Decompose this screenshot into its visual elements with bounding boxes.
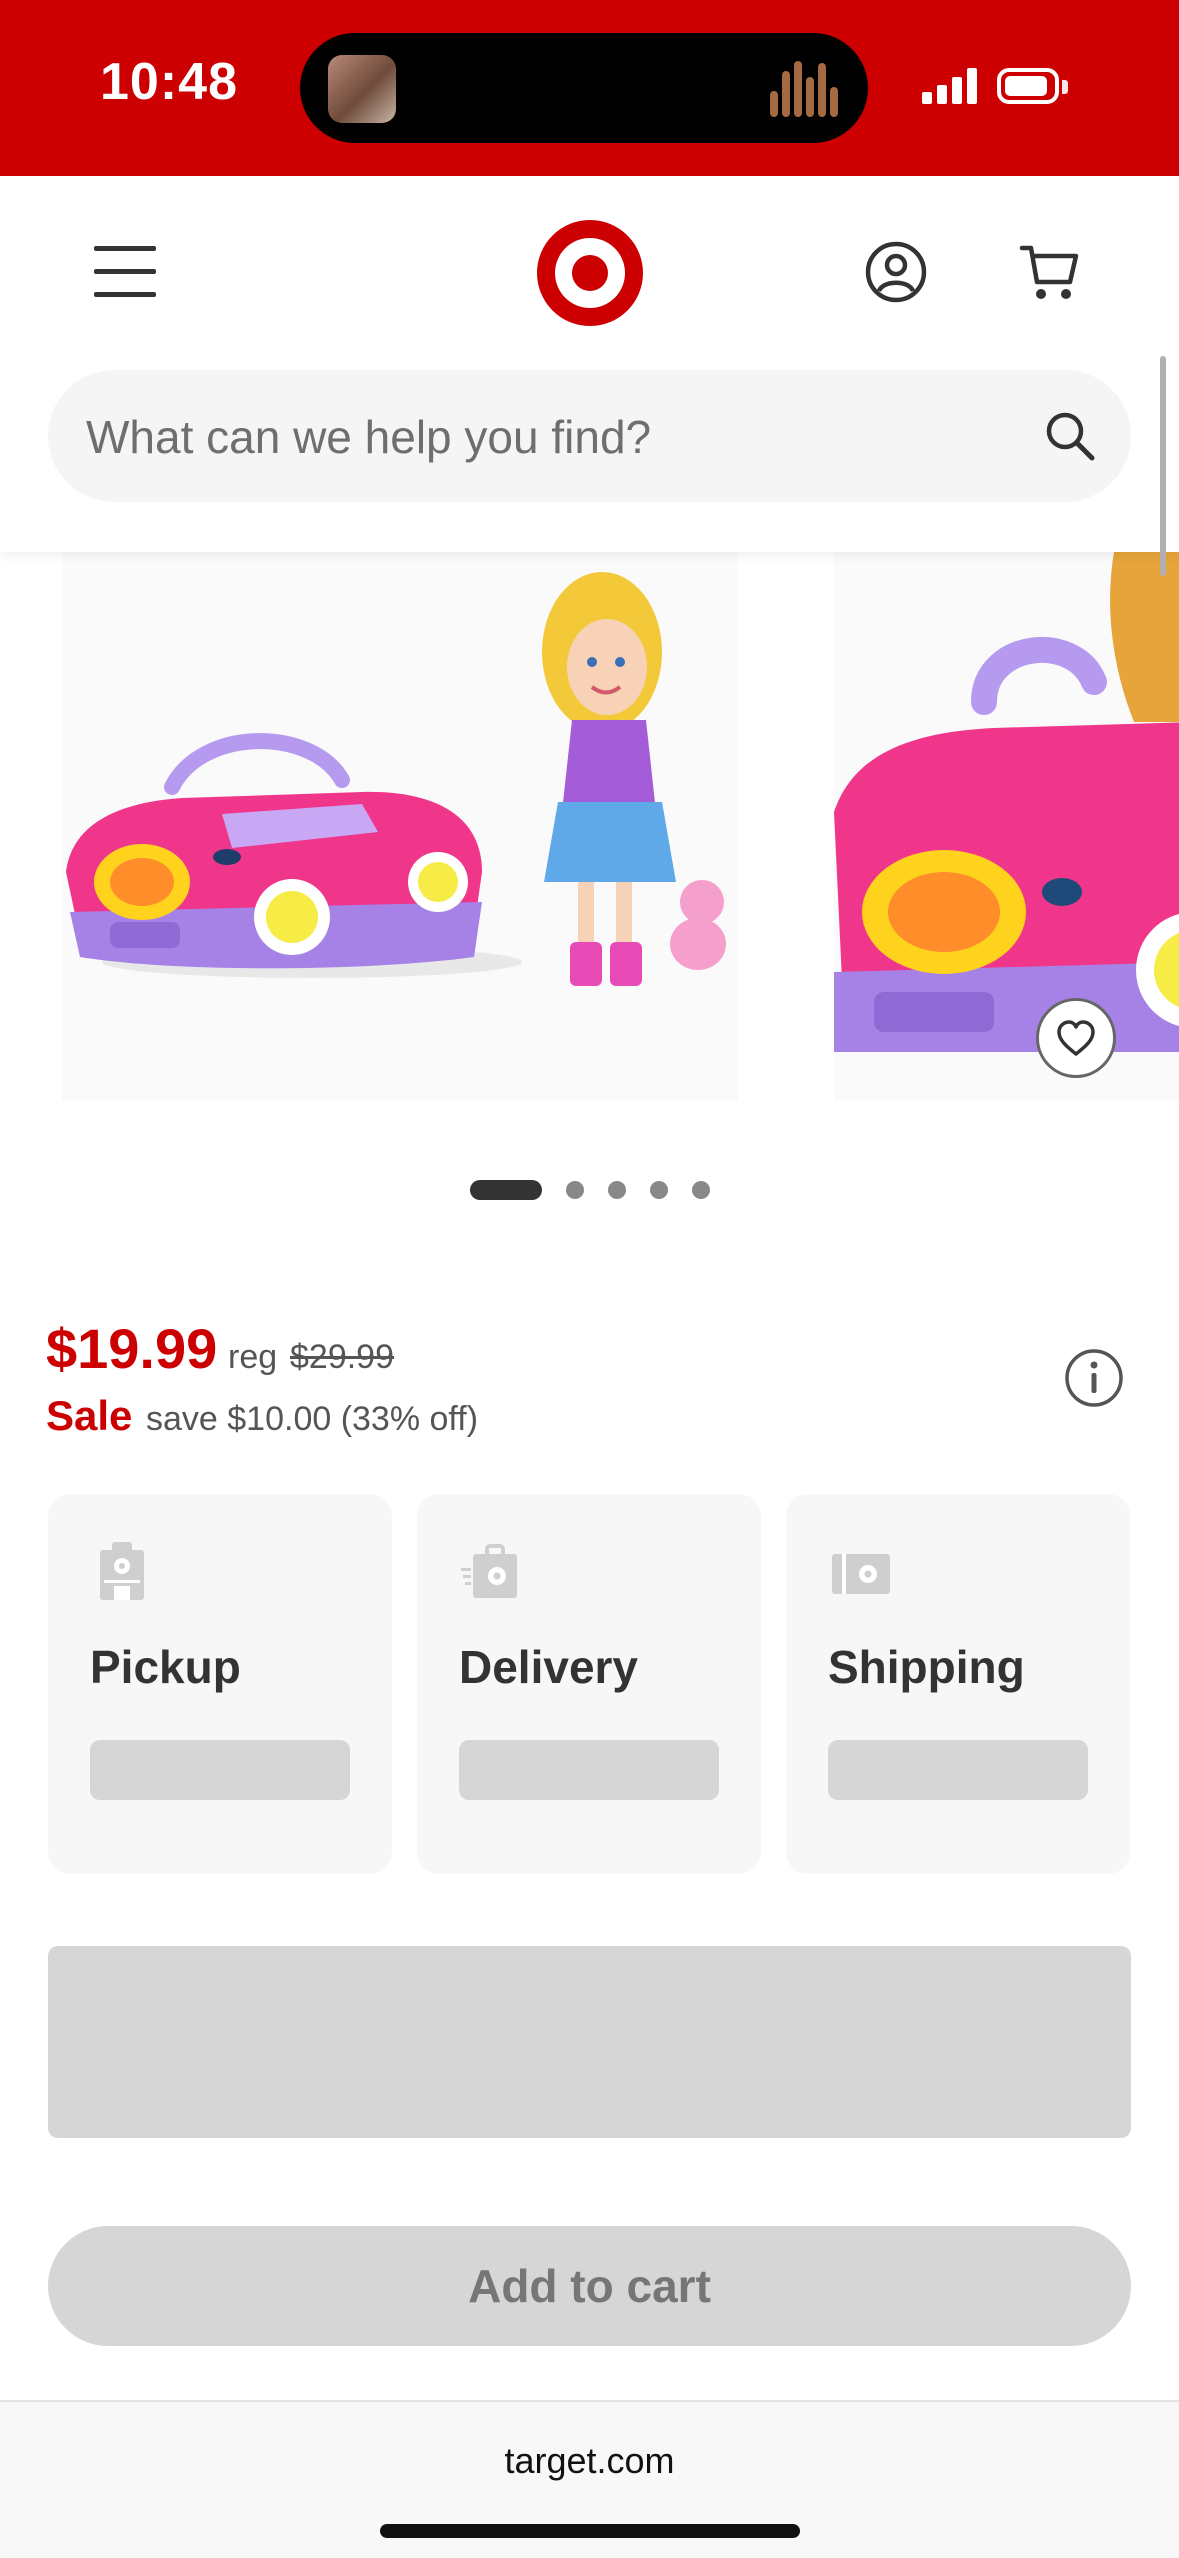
cart-icon[interactable] <box>1018 240 1082 304</box>
dynamic-island[interactable] <box>300 33 868 143</box>
pickup-label: Pickup <box>90 1641 241 1693</box>
pickup-option-card[interactable]: Pickup <box>48 1494 392 1874</box>
regular-price-label: reg <box>228 1338 278 1376</box>
now-playing-thumbnail <box>328 55 396 123</box>
sale-price: $19.99 <box>46 1317 218 1380</box>
url-text[interactable]: target.com <box>0 2440 1179 2482</box>
hamburger-menu-icon[interactable] <box>94 246 158 298</box>
carousel-dot-3[interactable] <box>608 1181 626 1199</box>
status-time: 10:48 <box>100 53 238 111</box>
search-icon[interactable] <box>1042 408 1098 464</box>
delivery-option-card[interactable]: Delivery <box>417 1494 761 1874</box>
loading-placeholder-block <box>48 1946 1131 2138</box>
carousel-pagination <box>0 1178 1179 1202</box>
carousel-dot-2[interactable] <box>566 1181 584 1199</box>
battery-level <box>1005 76 1047 96</box>
delivery-loading-placeholder <box>459 1740 719 1800</box>
target-logo-icon[interactable] <box>537 220 643 326</box>
carousel-dot-4[interactable] <box>650 1181 668 1199</box>
shipping-box-icon <box>832 1554 890 1594</box>
shipping-loading-placeholder <box>828 1740 1088 1800</box>
search-input[interactable] <box>84 370 988 504</box>
regular-price: $29.99 <box>290 1338 394 1376</box>
store-pickup-icon <box>100 1542 144 1600</box>
product-image-2[interactable] <box>834 552 1179 1100</box>
browser-address-bar: target.com <box>0 2400 1179 2558</box>
carousel-dot-5[interactable] <box>692 1181 710 1199</box>
product-photo-car-and-doll <box>66 572 726 986</box>
shipping-label: Shipping <box>828 1641 1025 1693</box>
product-image-1[interactable] <box>62 552 738 1100</box>
search-bar[interactable] <box>48 370 1131 504</box>
page-scrollbar[interactable] <box>1160 356 1166 576</box>
info-icon[interactable] <box>1064 1348 1124 1408</box>
product-photo-car-closeup <box>834 552 1179 1052</box>
audio-waveform-icon <box>770 61 840 117</box>
site-header <box>0 176 1179 552</box>
add-to-cart-button[interactable]: Add to cart <box>48 2226 1131 2346</box>
carousel-dot-1[interactable] <box>470 1180 542 1200</box>
heart-icon <box>1057 1020 1095 1056</box>
battery-tip <box>1062 80 1068 94</box>
product-image-carousel[interactable] <box>0 552 1179 1112</box>
savings-text: save $10.00 (33% off) <box>146 1400 479 1438</box>
battery-icon <box>997 68 1059 104</box>
home-indicator[interactable] <box>380 2524 800 2538</box>
cellular-signal-icon <box>922 68 978 104</box>
delivery-bag-icon <box>461 1544 517 1598</box>
account-icon[interactable] <box>864 240 928 304</box>
add-to-favorites-button[interactable] <box>1036 998 1116 1078</box>
status-bar: 10:48 <box>0 0 1179 176</box>
shipping-option-card[interactable]: Shipping <box>786 1494 1130 1874</box>
delivery-label: Delivery <box>459 1641 639 1693</box>
sale-badge: Sale <box>46 1392 133 1439</box>
pickup-loading-placeholder <box>90 1740 350 1800</box>
